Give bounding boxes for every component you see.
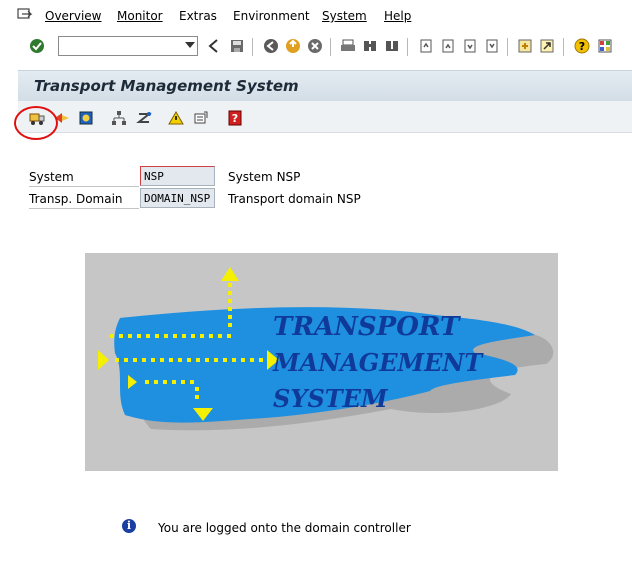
find-icon[interactable] xyxy=(362,38,378,54)
tms-logo-graphic: TRANSPORT MANAGEMENT SYSTEM xyxy=(98,267,554,431)
next-page-icon[interactable] xyxy=(462,38,478,54)
title-bar: Transport Management System xyxy=(18,70,632,101)
customize-layout-icon[interactable] xyxy=(597,38,613,54)
system-field[interactable]: NSP xyxy=(140,166,215,186)
status-message: You are logged onto the domain controlle… xyxy=(158,521,411,535)
distribute-icon[interactable] xyxy=(136,110,152,126)
first-page-icon[interactable] xyxy=(418,38,434,54)
toolbar-divider xyxy=(252,38,253,56)
menu-overview[interactable]: Overview xyxy=(45,9,102,23)
hierarchy-icon[interactable] xyxy=(111,110,127,126)
page-title: Transport Management System xyxy=(34,77,299,95)
cancel-icon[interactable] xyxy=(307,38,323,54)
field-underline xyxy=(29,208,139,209)
menu-monitor[interactable]: Monitor xyxy=(117,9,163,23)
logo-line-2: MANAGEMENT xyxy=(272,348,484,377)
toolbar-divider xyxy=(563,38,564,56)
transport-domain-description: Transport domain NSP xyxy=(228,192,361,206)
save-icon[interactable] xyxy=(229,38,245,54)
last-page-icon[interactable] xyxy=(484,38,500,54)
shortcut-icon[interactable] xyxy=(539,38,555,54)
svg-text:?: ? xyxy=(579,40,585,53)
print-icon[interactable] xyxy=(340,38,356,54)
exit-icon[interactable] xyxy=(285,38,301,54)
toolbar-divider xyxy=(330,38,331,56)
toolbar-divider xyxy=(507,38,508,56)
previous-page-icon[interactable] xyxy=(440,38,456,54)
menu-system[interactable]: System xyxy=(322,9,367,23)
new-session-icon[interactable] xyxy=(517,38,533,54)
system-description: System NSP xyxy=(228,170,301,184)
info-icon: i xyxy=(122,519,136,533)
back-arrow-icon[interactable] xyxy=(206,38,222,54)
command-field[interactable] xyxy=(58,36,198,56)
menu-environment[interactable]: Environment xyxy=(233,9,310,23)
menu-bar: Overview Monitor Extras Environment Syst… xyxy=(0,0,632,31)
transport-domain-field[interactable]: DOMAIN_NSP xyxy=(140,188,215,208)
highlight-circle xyxy=(14,106,58,140)
alert-icon[interactable] xyxy=(168,110,184,126)
menu-extras[interactable]: Extras xyxy=(179,9,217,23)
tms-logo: TRANSPORT MANAGEMENT SYSTEM xyxy=(85,253,558,471)
logo-line-3: SYSTEM xyxy=(273,384,389,413)
chevron-down-icon[interactable] xyxy=(185,42,195,48)
field-underline xyxy=(29,186,139,187)
logo-line-1: TRANSPORT xyxy=(273,312,461,342)
back-icon[interactable] xyxy=(263,38,279,54)
system-label: System xyxy=(29,170,74,184)
transport-domain-label: Transp. Domain xyxy=(29,192,123,206)
menu-icon[interactable] xyxy=(17,8,33,22)
system-overview-icon[interactable] xyxy=(78,110,94,126)
import-monitor-icon[interactable] xyxy=(193,110,209,126)
toolbar-divider xyxy=(407,38,408,56)
menu-help[interactable]: Help xyxy=(384,9,411,23)
enter-icon[interactable] xyxy=(29,38,45,54)
svg-text:?: ? xyxy=(232,112,238,125)
info-help-icon[interactable]: ? xyxy=(227,110,243,126)
find-next-icon[interactable] xyxy=(384,38,400,54)
help-icon[interactable]: ? xyxy=(574,38,590,54)
